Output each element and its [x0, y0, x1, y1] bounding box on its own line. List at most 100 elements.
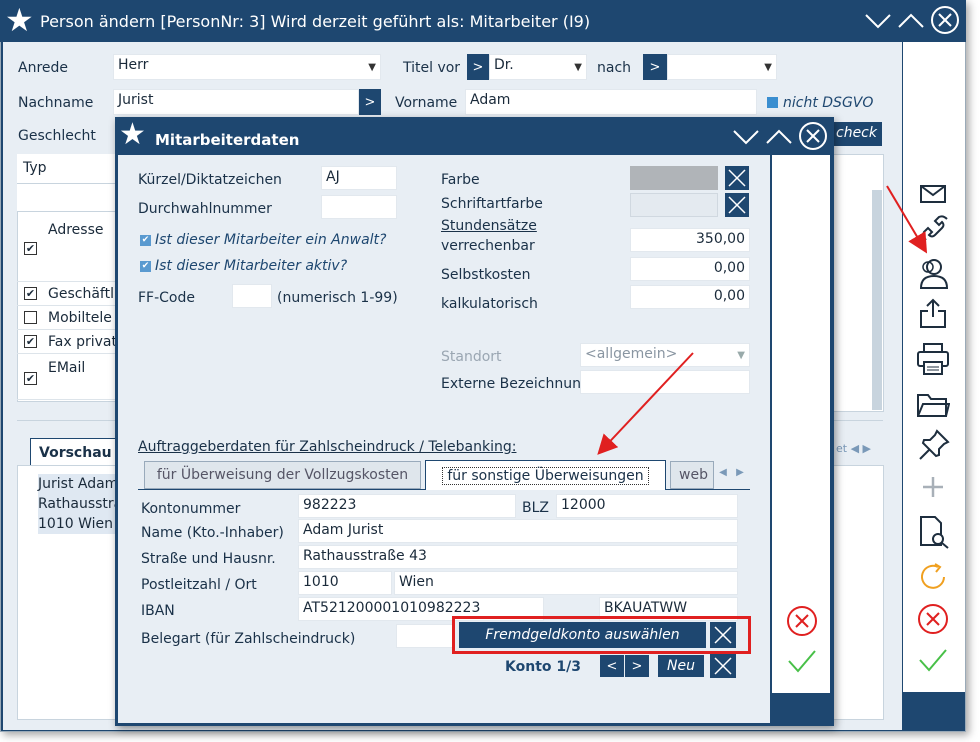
mail-icon[interactable] [919, 183, 949, 205]
konto-field[interactable]: 982223 [298, 494, 516, 518]
aktiv-checkbox[interactable]: ✔ [140, 261, 151, 272]
prev-konto-button[interactable]: < [600, 655, 624, 677]
scrollbar[interactable] [872, 190, 882, 410]
table-row[interactable]: ✔ EMail [17, 354, 117, 400]
row-checkbox[interactable]: ✔ [24, 335, 37, 348]
neu-clear-button[interactable] [710, 654, 736, 678]
close-icon[interactable] [930, 5, 960, 35]
blz-field[interactable]: 12000 [556, 494, 738, 518]
dsgvo-label: nicht DSGVO [783, 95, 874, 111]
ffcode-field[interactable] [232, 284, 272, 308]
refresh-icon[interactable] [918, 562, 950, 592]
row-label: EMail [48, 360, 86, 376]
close-icon [728, 196, 746, 214]
titel-vor-select[interactable]: Dr. ▼ [489, 54, 587, 80]
check-button[interactable]: check [830, 122, 882, 146]
table-row[interactable]: ✔ Geschäftli [17, 282, 118, 306]
selbstkosten-label: Selbstkosten [441, 267, 531, 283]
close-icon[interactable] [798, 121, 828, 151]
geschlecht-label: Geschlecht [18, 128, 96, 144]
confirm-icon[interactable] [786, 646, 818, 676]
plus-icon[interactable] [920, 474, 946, 500]
preview-line: Jurist Adam [38, 474, 123, 494]
durchwahl-field[interactable] [321, 195, 397, 219]
dsgvo-checkbox[interactable] [767, 97, 778, 108]
phone-icon[interactable] [918, 214, 950, 246]
verrechenbar-field[interactable]: 350,00 [630, 228, 750, 252]
preview-tabs-nav[interactable]: et ◀ ▶ [832, 440, 882, 460]
tab-vollzugskosten[interactable]: für Überweisung der Vollzugskosten [144, 461, 421, 489]
preview-right-box [832, 465, 884, 720]
anrede-select[interactable]: Herr ▼ [113, 54, 381, 80]
extern-field[interactable] [580, 370, 750, 394]
tabs-scroll-left[interactable]: ◀ [716, 464, 730, 482]
preview-line: 1010 Wien [38, 514, 123, 534]
belegart-field[interactable] [396, 624, 454, 648]
nachname-field[interactable]: Jurist [113, 89, 359, 115]
table-row[interactable]: Mobiltele [17, 306, 117, 330]
farbe-swatch[interactable] [630, 166, 718, 190]
name-label: Name (Kto.-Inhaber) [141, 525, 284, 541]
standort-select[interactable]: <allgemein> ▼ [580, 343, 750, 367]
plz-label: Postleitzahl / Ort [141, 577, 257, 593]
person-icon[interactable] [917, 256, 951, 290]
strasse-field[interactable]: Rathausstraße 43 [298, 545, 738, 569]
table-row[interactable]: ✔ Fax privat [17, 330, 117, 354]
row-label: Mobiltele [48, 310, 112, 326]
confirm-icon[interactable] [917, 645, 949, 675]
fremdgeld-clear-button[interactable] [710, 622, 736, 648]
row-checkbox[interactable] [24, 311, 37, 324]
tab-sonstige[interactable]: für sonstige Überweisungen [425, 460, 666, 490]
titel-vor-label: Titel vor [403, 60, 461, 76]
tab-vorschau[interactable]: Vorschau [30, 438, 118, 466]
row-label: Adresse [48, 222, 104, 238]
row-checkbox[interactable]: ✔ [24, 372, 37, 385]
row-label: Fax privat [48, 334, 117, 350]
schriftfarbe-clear-button[interactable] [725, 193, 749, 217]
strasse-label: Straße und Hausnr. [141, 551, 276, 567]
document-search-icon[interactable] [918, 515, 952, 549]
preview-line: Rathausstra [38, 494, 123, 514]
nach-button[interactable]: > [643, 54, 667, 80]
farbe-clear-button[interactable] [725, 166, 749, 190]
plz-field[interactable]: 1010 [298, 571, 392, 595]
minimize-icon[interactable] [864, 12, 892, 30]
nachname-label: Nachname [18, 95, 94, 111]
schriftfarbe-label: Schriftartfarbe [441, 196, 543, 212]
neu-button[interactable]: Neu [658, 655, 704, 677]
maximize-icon[interactable] [765, 128, 793, 146]
tab-web[interactable]: web [670, 461, 714, 489]
verrechenbar-label: verrechenbar [441, 238, 535, 254]
pin-icon[interactable] [917, 428, 951, 462]
titel-vor-button[interactable]: > [467, 54, 489, 80]
folder-icon[interactable] [916, 391, 950, 419]
name-field[interactable]: Adam Jurist [298, 519, 738, 543]
tabs-scroll-right[interactable]: ▶ [733, 464, 747, 482]
minimize-icon[interactable] [732, 128, 760, 146]
print-icon[interactable] [916, 342, 950, 376]
row-checkbox[interactable]: ✔ [24, 287, 37, 300]
stundensaetze-label: Stundensätze [441, 218, 537, 234]
table-filter-row[interactable] [17, 184, 117, 212]
nachname-button[interactable]: > [359, 89, 381, 115]
schriftfarbe-swatch[interactable] [630, 193, 718, 217]
vorname-field[interactable]: Adam [465, 89, 757, 115]
ort-field[interactable]: Wien [394, 571, 738, 595]
konto-label: Kontonummer [141, 501, 241, 517]
kuerzel-field[interactable]: AJ [321, 166, 397, 190]
dialog-title: Mitarbeiterdaten [155, 131, 300, 149]
share-icon[interactable] [918, 297, 948, 329]
table-row[interactable]: ✔ Adresse [17, 212, 117, 282]
next-konto-button[interactable]: > [625, 655, 649, 677]
maximize-icon[interactable] [897, 12, 925, 30]
kalkulatorisch-field[interactable]: 0,00 [630, 285, 750, 309]
row-checkbox[interactable]: ✔ [24, 242, 37, 255]
cancel-icon[interactable] [917, 603, 949, 635]
nach-select[interactable]: ▼ [667, 54, 777, 80]
outer-titlebar: ★ Person ändern [PersonNr: 3] Wird derze… [0, 0, 966, 42]
cancel-icon[interactable] [786, 605, 818, 637]
anwalt-checkbox[interactable]: ✔ [140, 235, 151, 246]
fremdgeld-button[interactable]: Fremdgeldkonto auswählen [459, 622, 706, 648]
row-label: Geschäftli [48, 286, 118, 302]
selbstkosten-field[interactable]: 0,00 [630, 257, 750, 281]
